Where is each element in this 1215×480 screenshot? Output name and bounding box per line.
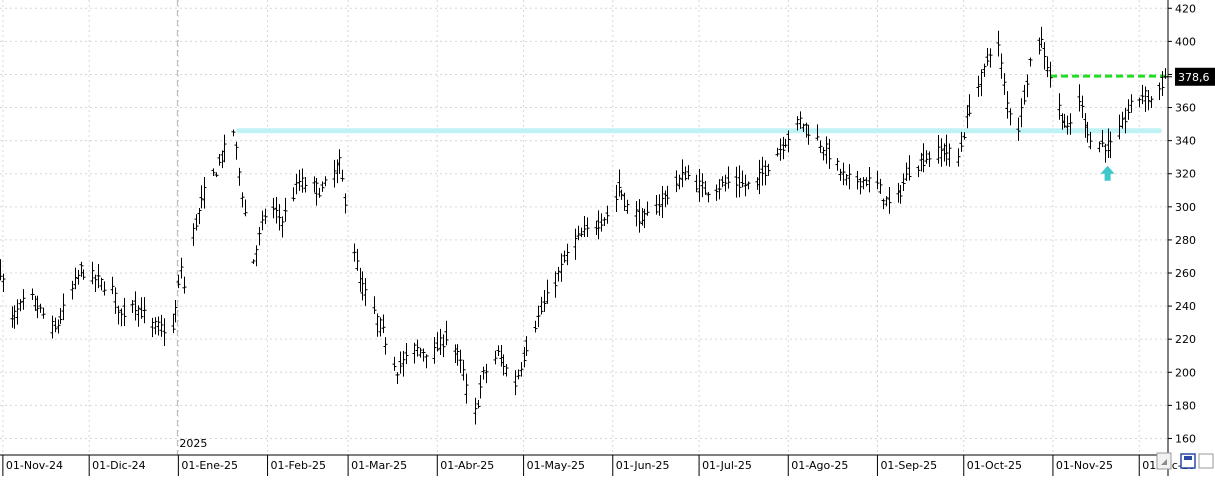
y-tick-label: 360 bbox=[1175, 102, 1196, 115]
y-tick-label: 200 bbox=[1175, 366, 1196, 379]
x-tick-label: 01-Mar-25 bbox=[351, 459, 407, 472]
x-tick-label: 01-Ene-25 bbox=[181, 459, 238, 472]
x-tick-label: 01-Dic-24 bbox=[92, 459, 146, 472]
zoom-widget[interactable] bbox=[1156, 452, 1172, 470]
x-tick-label: 01-Nov-25 bbox=[1056, 459, 1113, 472]
y-tick-label: 280 bbox=[1175, 234, 1196, 247]
last-value-label: 378,6 bbox=[1178, 71, 1210, 84]
y-tick-label: 300 bbox=[1175, 201, 1196, 214]
save-button[interactable] bbox=[1180, 453, 1196, 469]
y-tick-label: 260 bbox=[1175, 267, 1196, 280]
x-tick-label: 01-Abr-25 bbox=[440, 459, 494, 472]
x-tick-label: 01-Sep-25 bbox=[880, 459, 937, 472]
y-tick-label: 180 bbox=[1175, 399, 1196, 412]
x-tick-label: 01-Oct-25 bbox=[967, 459, 1022, 472]
y-tick-label: 420 bbox=[1175, 2, 1196, 15]
chart-background bbox=[0, 0, 1215, 476]
year-label: 2025 bbox=[179, 437, 207, 450]
y-tick-label: 220 bbox=[1175, 333, 1196, 346]
x-tick-label: 01-Nov-24 bbox=[6, 459, 63, 472]
y-tick-label: 400 bbox=[1175, 35, 1196, 48]
y-tick-label: 320 bbox=[1175, 168, 1196, 181]
x-tick-label: 01-Jun-25 bbox=[616, 459, 670, 472]
settings-button[interactable] bbox=[1198, 453, 1214, 469]
x-tick-label: 01-Feb-25 bbox=[271, 459, 326, 472]
price-chart: 1601802002202402602803003203403603804004… bbox=[0, 0, 1215, 476]
save-icon-label bbox=[1184, 456, 1192, 460]
zoom-widget-frame bbox=[1156, 452, 1172, 470]
y-tick-label: 240 bbox=[1175, 300, 1196, 313]
grid-layer bbox=[0, 0, 1215, 476]
price-chart-svg: 1601802002202402602803003203403603804004… bbox=[0, 0, 1215, 476]
y-tick-label: 160 bbox=[1175, 432, 1196, 445]
settings-icon bbox=[1198, 453, 1214, 469]
x-tick-label: 01-Ago-25 bbox=[791, 459, 848, 472]
y-tick-label: 340 bbox=[1175, 135, 1196, 148]
x-tick-label: 01-Jul-25 bbox=[702, 459, 752, 472]
x-tick-label: 01-May-25 bbox=[527, 459, 585, 472]
